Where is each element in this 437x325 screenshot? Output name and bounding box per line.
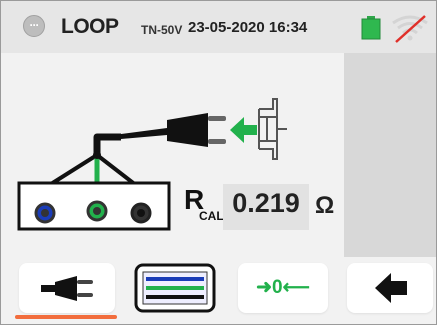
- battery-icon: [361, 16, 381, 40]
- insert-arrow-icon: [230, 117, 257, 143]
- rcal-value: 0.219: [232, 188, 300, 218]
- mode-title: LOOP: [61, 15, 119, 38]
- rcal-subscript: CAL: [199, 209, 224, 223]
- test-leads-button[interactable]: [134, 263, 216, 313]
- ellipsis-icon[interactable]: ···: [23, 15, 45, 37]
- instrument-screen: ··· LOOP TN-50V 23-05-2020 16:34 R CAL 0…: [0, 0, 437, 325]
- back-button[interactable]: [347, 263, 433, 313]
- rcal-value-box: 0.219: [223, 184, 309, 230]
- plug-icon: [41, 276, 93, 301]
- zero-calibration-button[interactable]: ➜0⟵: [238, 263, 328, 313]
- plug-icon: [121, 113, 226, 147]
- mode-subtitle: TN-50V: [141, 23, 183, 37]
- zero-calibration-label: ➜0⟵: [256, 277, 310, 298]
- test-leads-icon: [134, 263, 216, 313]
- rcal-unit: Ω: [315, 192, 335, 219]
- datetime: 23-05-2020 16:34: [188, 19, 308, 36]
- active-tab-indicator: [15, 315, 117, 319]
- side-panel: [344, 53, 436, 257]
- status-bar: ··· LOOP TN-50V 23-05-2020 16:34: [1, 1, 436, 53]
- back-arrow-icon: [375, 273, 407, 303]
- plug-mode-button[interactable]: [19, 263, 115, 313]
- wifi-disabled-icon: [392, 15, 428, 43]
- wall-socket-icon: [258, 98, 287, 160]
